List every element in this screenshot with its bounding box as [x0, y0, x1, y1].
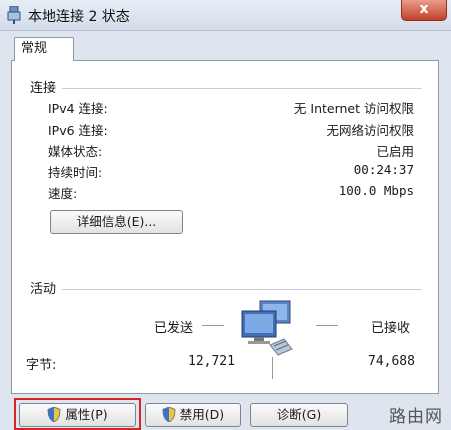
ipv4-value: 无 Internet 访问权限 — [293, 101, 414, 116]
received-line — [316, 325, 338, 326]
activity-connector — [272, 357, 273, 379]
media-state-label: 媒体状态: — [48, 144, 103, 159]
watermark: 路由网 — [389, 407, 443, 427]
highlight-box — [14, 398, 141, 430]
ipv6-value: 无网络访问权限 — [326, 123, 414, 138]
details-button[interactable]: 详细信息(E)... — [50, 210, 183, 234]
general-panel: 连接 IPv4 连接: 无 Internet 访问权限 IPv6 连接: 无网络… — [11, 60, 439, 394]
speed-value: 100.0 Mbps — [338, 183, 414, 198]
duration-value: 00:24:37 — [353, 162, 414, 177]
sent-label: 已发送 — [154, 321, 194, 336]
tab-general[interactable]: 常规 — [14, 37, 74, 61]
ipv6-label: IPv6 连接: — [48, 123, 108, 138]
bytes-sent-value: 12,721 — [188, 354, 235, 369]
activity-divider — [62, 289, 422, 290]
activity-heading: 活动 — [30, 282, 57, 297]
shield-icon — [162, 407, 176, 422]
network-computers-icon — [241, 300, 293, 356]
close-button[interactable]: x — [401, 0, 447, 21]
disable-label: 禁用(D) — [179, 407, 225, 422]
bytes-received-value: 74,688 — [368, 354, 415, 369]
ipv4-label: IPv4 连接: — [48, 101, 108, 116]
received-label: 已接收 — [371, 321, 411, 336]
sent-line — [202, 325, 224, 326]
duration-label: 持续时间: — [48, 165, 103, 180]
title-bar: 本地连接 2 状态 x — [0, 0, 451, 31]
disable-button[interactable]: 禁用(D) — [145, 403, 241, 427]
diagnose-button[interactable]: 诊断(G) — [250, 403, 348, 427]
media-state-value: 已启用 — [376, 144, 414, 159]
network-adapter-icon — [7, 6, 21, 24]
bytes-label: 字节: — [26, 358, 57, 373]
diagnose-label: 诊断(G) — [276, 407, 322, 422]
speed-label: 速度: — [48, 186, 78, 201]
window-title: 本地连接 2 状态 — [28, 9, 130, 25]
connection-heading: 连接 — [30, 81, 57, 96]
connection-divider — [62, 88, 422, 89]
